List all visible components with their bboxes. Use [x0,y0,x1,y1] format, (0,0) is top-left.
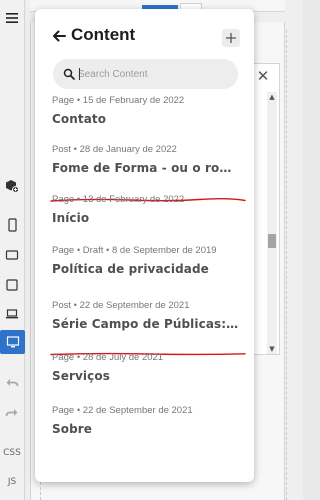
item-title: Início [52,211,90,225]
plus-icon [226,33,236,43]
list-item[interactable]: Page • 15 de February de 2022 Contato [35,95,254,145]
popup-header: Content [35,9,254,59]
hamburger-menu-icon[interactable] [3,9,21,27]
arrow-left-icon[interactable] [51,28,67,44]
item-title: Serviços [52,369,110,383]
content-popup: Content Page • 15 de February de 2022 Co… [35,9,254,482]
laptop-icon[interactable] [3,305,21,323]
search-bar[interactable] [53,59,238,89]
list-item[interactable]: Page • 22 de September de 2021 Sobre [35,405,254,455]
scroll-up-arrow-icon[interactable]: ▲ [267,92,277,102]
search-input[interactable] [78,65,230,83]
search-icon [63,68,75,80]
item-title: Política de privacidade [52,262,209,276]
screen: ✕ ▲ ▼ CSS JS Content Search Content Page… [0,0,303,500]
panel-scrollbar[interactable]: ▲ ▼ [267,92,277,354]
desktop-icon[interactable] [0,330,25,354]
left-toolbar: CSS JS [0,0,25,500]
shapes-add-icon[interactable] [3,177,21,195]
list-item[interactable]: Page • 28 de July de 2021 Serviços [35,352,254,402]
close-icon[interactable]: ✕ [253,66,273,86]
item-title: Série Campo de Públicas: 1-Pr... [52,317,242,331]
popup-title: Content [71,25,136,44]
item-title: Fome de Forma - ou o roman... [52,161,242,175]
item-meta: Page • 28 de July de 2021 [52,352,164,363]
redo-icon[interactable] [3,404,21,422]
css-button[interactable]: CSS [1,448,23,458]
item-meta: Post • 28 de January de 2022 [52,144,177,155]
text-caret [79,68,80,80]
item-meta: Page • 15 de February de 2022 [52,95,185,106]
page-guide-right [286,30,287,500]
tablet-icon[interactable] [3,276,21,294]
undo-icon[interactable] [3,374,21,392]
content-list: Page • 15 de February de 2022 Contato Po… [35,95,254,482]
add-content-button[interactable] [222,29,240,47]
item-meta: Post • 22 de September de 2021 [52,300,190,311]
item-meta: Page • Draft • 8 de September de 2019 [52,245,217,256]
list-item[interactable]: Post • 28 de January de 2022 Fome de For… [35,144,254,194]
tablet-landscape-icon[interactable] [3,246,21,264]
item-meta: Page • 22 de September de 2021 [52,405,193,416]
item-meta: Page • 13 de February de 2022 [52,194,185,205]
list-item[interactable]: Page • Draft • 8 de September de 2019 Po… [35,245,254,295]
list-item[interactable]: Post • 22 de September de 2021 Série Cam… [35,300,254,350]
phone-icon[interactable] [3,216,21,234]
list-item[interactable]: Page • 13 de February de 2022 Início [35,194,254,244]
scroll-down-arrow-icon[interactable]: ▼ [267,344,277,354]
item-title: Sobre [52,422,93,436]
js-button[interactable]: JS [1,477,23,487]
scroll-thumb[interactable] [268,234,276,248]
item-title: Contato [52,112,107,126]
